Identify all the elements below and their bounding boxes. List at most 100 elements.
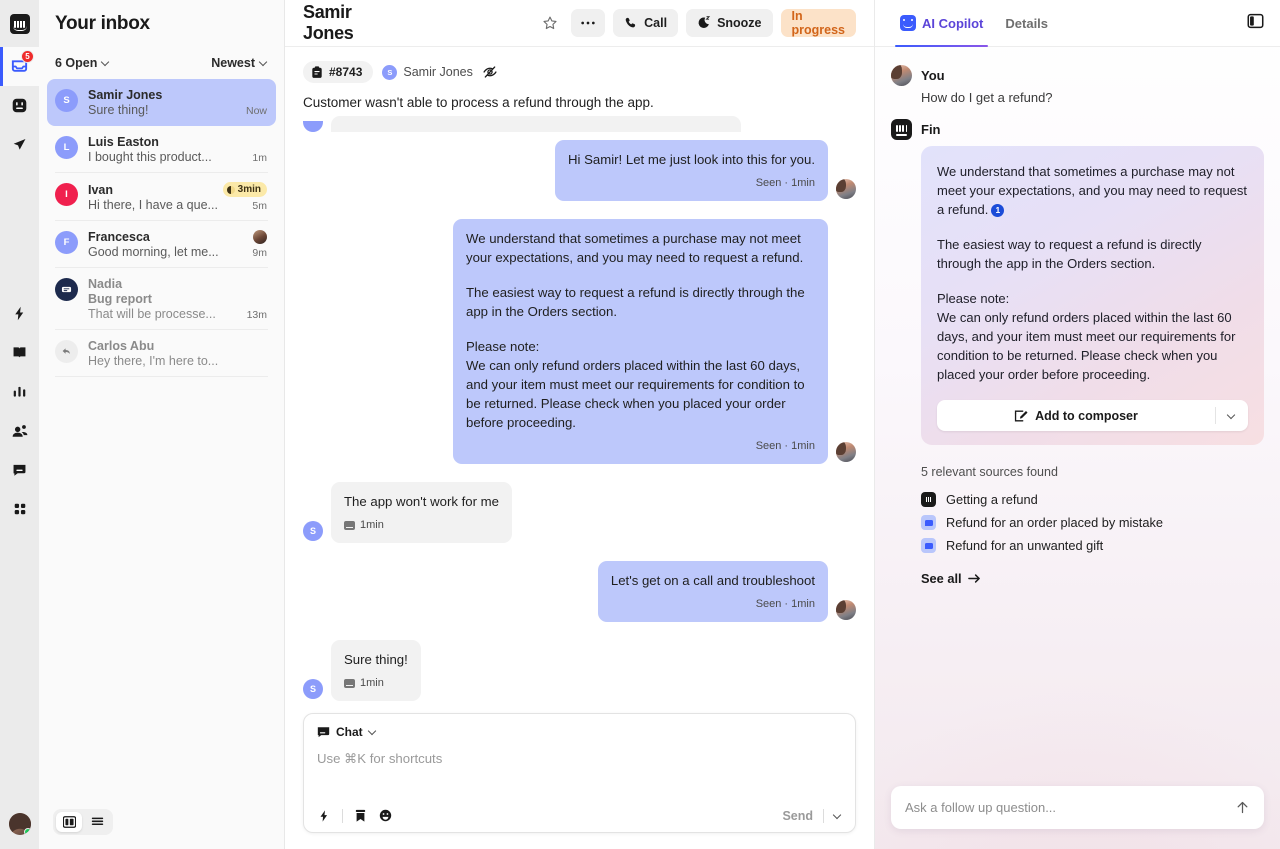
article-source-icon [921, 538, 936, 553]
conversation-list: S Samir Jones Sure thing! Now L Luis Eas [39, 79, 284, 799]
rail-item-apps[interactable] [0, 489, 39, 528]
message-bubble[interactable]: The app won't work for me 1min [331, 482, 512, 543]
rail-item-contacts[interactable] [0, 411, 39, 450]
panel-toggle-button[interactable] [1247, 13, 1264, 34]
tab-details[interactable]: Details [996, 0, 1057, 46]
add-to-composer-options[interactable] [1216, 412, 1248, 420]
rail-item-reports[interactable] [0, 372, 39, 411]
message-bubble[interactable]: We understand that sometimes a purchase … [453, 219, 828, 464]
source-label: Refund for an order placed by mistake [946, 515, 1163, 530]
list-item-preview: Hey there, I'm here to... [88, 354, 219, 368]
list-view-toggle[interactable] [84, 812, 110, 832]
tab-ai-copilot-label: AI Copilot [922, 15, 984, 31]
avatar [55, 278, 78, 301]
fin-answer-paragraph: Please note: [937, 291, 1010, 306]
rail-item-messenger[interactable] [0, 450, 39, 489]
rail-item-outbound[interactable] [0, 125, 39, 164]
rail-item-automation[interactable] [0, 294, 39, 333]
list-item[interactable]: Carlos Abu Hey there, I'm here to... [47, 330, 276, 377]
list-item-name: Francesca [88, 230, 150, 244]
list-item-time: Now [245, 105, 267, 117]
list-item[interactable]: L Luis Easton I bought this product... 1… [47, 126, 276, 173]
list-item[interactable]: Refund for an unwanted gift [921, 534, 1264, 557]
status-filter-label: 6 Open [55, 56, 98, 70]
citation-badge[interactable]: 1 [991, 204, 1005, 217]
sort-filter-dropdown[interactable]: Newest [211, 56, 268, 70]
saved-reply-icon[interactable] [354, 809, 367, 823]
list-item-preview: Good morning, let me... [88, 245, 219, 259]
chat-source-icon [344, 679, 355, 688]
list-item[interactable]: Nadia Bug report That will be processe..… [47, 268, 276, 330]
add-to-composer-button[interactable]: Add to composer [937, 400, 1248, 431]
list-item[interactable]: S Samir Jones Sure thing! Now [47, 79, 276, 126]
status-badge[interactable]: In progress [780, 9, 856, 37]
ticket-id-chip[interactable]: #8743 [303, 61, 374, 83]
send-options-chevron-down-icon[interactable] [834, 812, 842, 820]
phone-icon [625, 17, 636, 28]
copilot-assistant-name: Fin [921, 122, 941, 137]
copilot-footer: Ask a follow up question... [875, 786, 1280, 849]
split-view-toggle[interactable] [56, 812, 82, 832]
rail-item-inbox[interactable]: 5 [0, 47, 39, 86]
composer-wrapper: Chat Use ⌘K for shortcuts Send [285, 703, 874, 849]
ticket-summary: Customer wasn't able to process a refund… [303, 95, 654, 110]
chevron-down-icon [369, 728, 377, 736]
toolbar-divider [342, 808, 343, 823]
knowledge-book-icon [13, 347, 26, 358]
status-filter-dropdown[interactable]: 6 Open [55, 56, 110, 70]
current-user-avatar[interactable] [8, 813, 31, 835]
composer-toolbar: Send [317, 808, 842, 823]
composer-input[interactable]: Use ⌘K for shortcuts [317, 739, 842, 808]
automation-bolt-icon [15, 306, 24, 321]
message-bubble[interactable]: Hi Samir! Let me just look into this for… [555, 140, 828, 201]
composer-type-selector[interactable]: Chat [317, 725, 842, 739]
list-item[interactable]: I Ivan 3min Hi there, I have a que... 5m [47, 173, 276, 221]
copilot-user-name: You [921, 68, 945, 83]
sort-filter-label: Newest [211, 56, 255, 70]
rail-item-knowledge[interactable] [0, 333, 39, 372]
view-toggle-group [53, 809, 113, 835]
list-item-name: Ivan [88, 182, 114, 197]
eye-off-icon[interactable] [482, 64, 498, 80]
snooze-button-label: Snooze [717, 16, 762, 30]
list-item-time: 1m [252, 152, 267, 164]
more-options-button[interactable] [571, 9, 606, 37]
see-all-sources-button[interactable]: See all [921, 571, 981, 586]
compose-edit-icon [1014, 410, 1028, 421]
list-item-name: Nadia [88, 277, 123, 291]
list-item[interactable]: Getting a refund [921, 488, 1264, 511]
call-button[interactable]: Call [613, 9, 679, 37]
list-item[interactable]: F Francesca Good morning, let me... 9m [47, 221, 276, 268]
conversation-panel: Samir Jones Call Snooze In progress #874… [285, 0, 875, 849]
list-item-name: Carlos Abu [88, 339, 155, 353]
sources-title: 5 relevant sources found [921, 465, 1058, 479]
message-status: Seen · 1min [755, 440, 815, 452]
star-button[interactable] [537, 9, 563, 37]
list-item[interactable]: Refund for an order placed by mistake [921, 511, 1264, 534]
ticket-icon [61, 286, 72, 293]
avatar [891, 65, 912, 86]
avatar [836, 179, 856, 199]
see-all-label: See all [921, 571, 962, 586]
rail-item-fin-ai[interactable] [0, 86, 39, 125]
copilot-user-question: How do I get a refund? [921, 90, 1053, 105]
ticket-person[interactable]: S Samir Jones [382, 64, 473, 80]
arrow-right-icon [967, 574, 980, 583]
message-row: Hi Samir! Let me just look into this for… [303, 140, 856, 201]
send-button[interactable]: Send [782, 809, 813, 823]
contacts-people-icon [12, 424, 27, 437]
snooze-button[interactable]: Snooze [686, 9, 773, 37]
star-icon [543, 16, 557, 30]
reply-arrow-icon [62, 348, 70, 354]
message-bubble[interactable]: Sure thing! 1min [331, 640, 421, 701]
emoji-icon[interactable] [378, 808, 393, 823]
sla-badge: 3min [222, 182, 267, 197]
inbox-panel: Your inbox 6 Open Newest S Samir Jones S… [39, 0, 285, 849]
split-view-icon [62, 816, 76, 828]
follow-up-input[interactable]: Ask a follow up question... [891, 786, 1264, 829]
message-bubble[interactable]: Let's get on a call and troubleshoot See… [597, 561, 828, 622]
message-meta: Seen · 1min [611, 595, 815, 614]
arrow-up-icon[interactable] [1235, 800, 1250, 815]
shortcuts-bolt-icon[interactable] [317, 809, 331, 823]
tab-ai-copilot[interactable]: AI Copilot [891, 0, 992, 47]
